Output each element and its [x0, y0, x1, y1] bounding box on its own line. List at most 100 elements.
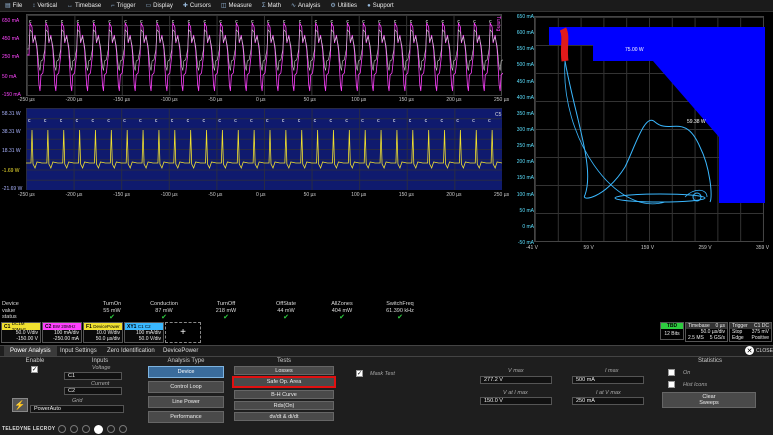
soa-x-tick-label: 359 V	[756, 245, 770, 251]
close-dialog-button[interactable]: ✕ CLOSE	[745, 346, 773, 355]
i-max-input[interactable]: 500 mA	[572, 376, 644, 384]
test-safe-op-area-button[interactable]: Safe Op. Area	[232, 376, 336, 388]
analysis-control-loop-button[interactable]: Control Loop	[148, 381, 224, 393]
tab-zero-identification[interactable]: Zero Identification	[101, 346, 161, 356]
trigger-descriptor[interactable]: Trigger C1 DC Stop 375 mV Edge Positive	[729, 322, 772, 342]
top-y-label: 50 mA	[2, 74, 17, 80]
pulse-marker: c	[218, 118, 221, 124]
mask-test-checkbox[interactable]: ✓	[356, 370, 363, 377]
analysis-line-power-button[interactable]: Line Power	[148, 396, 224, 408]
inputs-title: Inputs	[91, 358, 109, 364]
menu-display[interactable]: ▭ Display	[140, 2, 177, 10]
tab-power-analysis[interactable]: Power Analysis	[4, 346, 57, 356]
soa-x-tick-label: -41 V	[526, 245, 538, 251]
soa-y-tick-label: 250 mA	[516, 143, 534, 150]
mid-x-tick-label: 150 µs	[398, 192, 414, 198]
channel-descriptor-xy1[interactable]: XY1 C1 C2 100 mA/div 50.0 V/div	[124, 322, 164, 343]
menu-trigger[interactable]: ⌐ Trigger	[106, 3, 140, 9]
meas-offstate[interactable]: OffState 44 mW ✔	[266, 301, 306, 321]
meas-turnoff[interactable]: TurnOff 218 mW ✔	[206, 301, 246, 321]
channel-descriptor-c2[interactable]: C2 BW 20MHz 100 mA/div -250.00 mA	[42, 322, 82, 343]
clear-sweeps-button[interactable]: Clear Sweeps	[662, 392, 756, 408]
soa-y-tick-label: 650 mA	[516, 14, 534, 20]
i-at-vmax-input[interactable]: 250 mA	[572, 397, 644, 405]
menu-vertical[interactable]: ↕ Vertical	[27, 3, 62, 9]
bottom-toolbar	[58, 425, 127, 434]
add-descriptor-button[interactable]: +	[165, 322, 201, 343]
soa-y-tick-label: 50 mA	[519, 207, 534, 214]
soa-power-annotation-2: 59.38 W	[687, 119, 706, 125]
top-x-tick-label: -150 µs	[113, 97, 130, 103]
mid-y-label: 18.31 W	[2, 148, 21, 154]
channel-descriptor-f1[interactable]: F1 DevicePower 10.0 W/div 50.0 µs/div	[83, 322, 123, 343]
cursors-icon: ✚	[182, 3, 188, 9]
timebase-descriptor[interactable]: Timebase 0 µs 50.0 µs/div 2.5 MS 5 GS/s	[685, 322, 728, 342]
v-max-input[interactable]: 277.2 V	[480, 376, 552, 384]
nav-circle-icon[interactable]	[119, 425, 127, 433]
tab-devicepower[interactable]: DevicePower	[157, 346, 204, 356]
menu-file[interactable]: ▤ File	[0, 2, 27, 10]
pulse-marker: c	[282, 118, 285, 124]
nav-circle-icon[interactable]	[70, 425, 78, 433]
analysis-device-button[interactable]: Device	[148, 366, 224, 378]
channel-descriptor-c1[interactable]: C1 DC1M 20MHz 50.0 V/div -150.00 V	[1, 321, 41, 343]
test-losses-button[interactable]: Losses	[234, 366, 334, 375]
mid-x-tick-label: 100 µs	[351, 192, 367, 198]
pulse-marker: c	[488, 118, 491, 124]
menu-support[interactable]: ● Support	[362, 3, 399, 9]
status-check-icon: ✔	[397, 314, 403, 321]
stat-on-label: On	[683, 370, 691, 376]
menu-math[interactable]: Σ Math	[257, 3, 286, 9]
mid-x-tick-label: -150 µs	[113, 192, 130, 198]
current-trace-line	[27, 22, 503, 92]
menu-cursors[interactable]: ✚ Cursors	[178, 2, 216, 10]
top-x-tick-label: -50 µs	[208, 97, 223, 103]
test-bh-curve-button[interactable]: B-H Curve	[234, 390, 334, 399]
v-at-imax-input[interactable]: 150.0 V	[480, 397, 552, 405]
soa-y-labels: 650 mA 600 mA 550 mA 500 mA 450 mA 400 mA 350 …	[510, 14, 534, 246]
pulse-marker: c	[187, 118, 190, 124]
meas-conduction[interactable]: Conduction 87 mW ✔	[142, 301, 186, 321]
power-trace-grid[interactable]: cccccccccccccccccccccccccccccc	[26, 108, 502, 190]
tab-input-settings[interactable]: Input Settings	[54, 346, 103, 356]
camera-icon[interactable]	[94, 425, 103, 434]
grid-select[interactable]: PowerAuto	[30, 405, 124, 413]
top-x-labels: -250 µs -200 µs -150 µs -100 µs -50 µs 0 µs 50…	[18, 97, 509, 105]
lightning-icon[interactable]: ⚡	[12, 398, 28, 412]
test-rdson-button[interactable]: Rds(On)	[234, 401, 334, 410]
pulse-marker: c	[345, 118, 348, 124]
enable-checkbox[interactable]: ✓	[31, 366, 38, 373]
meas-turnon[interactable]: TurnOn 55 mW ✔	[92, 301, 132, 321]
file-icon: ▤	[5, 3, 11, 9]
analysis-performance-button[interactable]: Performance	[148, 411, 224, 423]
i-max-label: I max	[605, 368, 619, 374]
top-x-tick-label: 100 µs	[351, 97, 367, 103]
pulse-marker: c	[76, 118, 79, 124]
pulse-marker: c	[472, 118, 475, 124]
menu-measure[interactable]: ◫ Measure	[216, 2, 257, 10]
meas-allzones[interactable]: AllZones 404 mW ✔	[322, 301, 362, 321]
menu-timebase[interactable]: ↔ Timebase	[62, 3, 106, 9]
acq-status[interactable]: TBD 12 Bits	[660, 322, 684, 340]
meas-switchfreq[interactable]: SwitchFreq 61.390 kHz ✔	[378, 301, 422, 321]
soa-x-tick-label: 159 V	[641, 245, 655, 251]
voltage-source-select[interactable]: C1	[64, 372, 122, 380]
current-source-select[interactable]: C2	[64, 387, 122, 395]
soa-dense-cluster	[559, 27, 569, 62]
soa-mask-area	[549, 27, 765, 203]
nav-circle-icon[interactable]	[107, 425, 115, 433]
hist-icons-checkbox[interactable]	[668, 381, 675, 388]
stat-on-checkbox[interactable]	[668, 369, 675, 376]
nav-circle-icon[interactable]	[82, 425, 90, 433]
soa-y-tick-label: 550 mA	[516, 46, 534, 53]
hist-icons-label: Hist Icons	[683, 382, 708, 388]
menu-utilities[interactable]: ⚙ Utilities	[325, 2, 362, 10]
soa-xy-plot[interactable]: 75.00 W 59.38 W	[534, 16, 765, 242]
current-trace-grid[interactable]: cccccccccccccccccccccccccccccc	[26, 14, 503, 96]
menu-analysis[interactable]: ∿ Analysis	[286, 2, 325, 10]
vertical-icon: ↕	[32, 2, 36, 9]
meas-row-labels: Device value status	[2, 301, 19, 320]
test-dvdt-didt-button[interactable]: dv/dt & di/dt	[234, 412, 334, 421]
nav-circle-icon[interactable]	[58, 425, 66, 433]
mask-test-label: Mask Test	[370, 371, 395, 377]
